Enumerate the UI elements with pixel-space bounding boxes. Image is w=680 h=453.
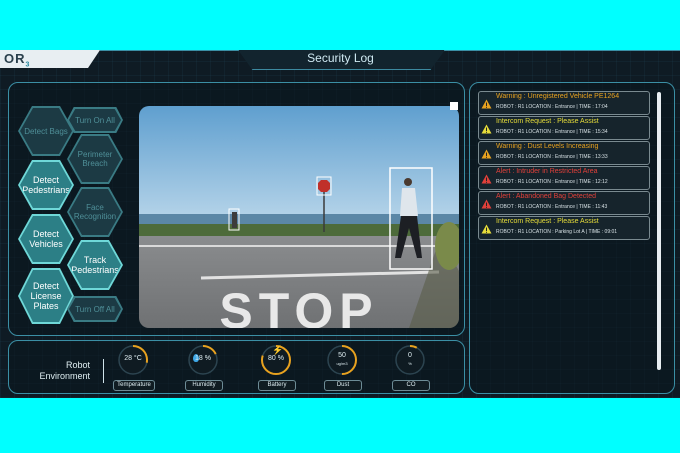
- log-title: Intercom Request : Please Assist: [496, 118, 599, 125]
- gauge-value: 80 %: [268, 355, 284, 362]
- turn-off-all-button[interactable]: Turn Off All: [67, 296, 123, 322]
- intercom-icon: [481, 121, 492, 134]
- gauge-label: CO: [392, 380, 430, 391]
- dust-gauge: 50 ug/m3: [326, 344, 358, 376]
- log-item[interactable]: Intercom Request : Please Assist ROBOT : …: [478, 116, 650, 140]
- log-item[interactable]: Alert : Intruder in Restricted Area ROBOT…: [478, 166, 650, 190]
- log-meta: ROBOT : R1 LOCATION : Entrance | TIME : …: [496, 154, 608, 160]
- log-title: Alert : Intruder in Restricted Area: [496, 168, 598, 175]
- alert-icon: [481, 171, 492, 184]
- intercom-icon: [481, 221, 492, 234]
- gauge-label: Dust: [324, 380, 362, 391]
- page: { "header": { "logo": "OR", "logo_sub": …: [0, 0, 680, 453]
- gauge-unit: ug/m3: [336, 361, 348, 366]
- alert-icon: [481, 196, 492, 209]
- camera-feed: STOP: [139, 106, 459, 328]
- battery-gauge: ⚡ 80 %: [260, 344, 292, 376]
- humidity-gauge: 18 %: [187, 344, 219, 376]
- page-title: Security Log: [307, 51, 374, 65]
- environment-label: Robot Environment: [39, 360, 90, 381]
- camera-scene: STOP: [139, 106, 459, 328]
- gauge-value: 18 %: [195, 355, 211, 362]
- warning-icon: [481, 96, 492, 109]
- log-meta: ROBOT : R1 LOCATION : Entrance | TIME : …: [496, 104, 608, 110]
- log-meta: ROBOT : R1 LOCATION : Entrance | TIME : …: [496, 179, 608, 185]
- log-title: Intercom Request : Please Assist: [496, 218, 599, 225]
- log-title: Warning : Dust Levels Increasing: [496, 143, 599, 150]
- app-screen: OR3 Security Log Detect Bags Turn On All…: [0, 50, 680, 398]
- gauge-value: 50: [338, 352, 346, 359]
- log-scrollbar[interactable]: [657, 92, 661, 370]
- stop-sign: [318, 180, 330, 192]
- expand-icon[interactable]: [450, 102, 458, 110]
- log-title: Alert : Abandoned Bag Detected: [496, 193, 597, 200]
- environment-divider: [103, 359, 104, 383]
- log-title: Warning : Unregistered Vehicle PE1264: [496, 93, 620, 100]
- log-item[interactable]: Warning : Unregistered Vehicle PE1264 ROB…: [478, 91, 650, 115]
- log-meta: ROBOT : R1 LOCATION : Parking Lot A | TI…: [496, 229, 618, 235]
- temperature-gauge: 28 °C: [117, 344, 149, 376]
- log-item[interactable]: Alert : Abandoned Bag Detected ROBOT : R1…: [478, 191, 650, 215]
- distant-pedestrian: [232, 212, 237, 228]
- log-item[interactable]: Warning : Dust Levels Increasing ROBOT : …: [478, 141, 650, 165]
- pedestrian-shirt: [400, 188, 418, 216]
- turn-on-all-button[interactable]: Turn On All: [67, 107, 123, 133]
- gauge-label: Battery: [258, 380, 296, 391]
- gauge-label: Temperature: [113, 380, 155, 391]
- warning-icon: [481, 146, 492, 159]
- gauge-unit: %: [408, 361, 412, 366]
- logo: OR3: [4, 51, 31, 69]
- battery-bolt-icon: ⚡: [272, 345, 284, 355]
- log-meta: ROBOT : R1 LOCATION : Entrance | TIME : …: [496, 129, 608, 135]
- gauge-value: 28 °C: [124, 355, 142, 362]
- road-marking-text: STOP: [219, 283, 378, 328]
- pedestrian-head: [404, 178, 412, 186]
- log-meta: ROBOT : R1 LOCATION : Entrance | TIME : …: [496, 204, 608, 210]
- co-gauge: 0%: [394, 344, 426, 376]
- log-item[interactable]: Intercom Request : Please Assist ROBOT : …: [478, 216, 650, 240]
- gauge-label: Humidity: [185, 380, 223, 391]
- gauge-value: 0: [408, 352, 412, 359]
